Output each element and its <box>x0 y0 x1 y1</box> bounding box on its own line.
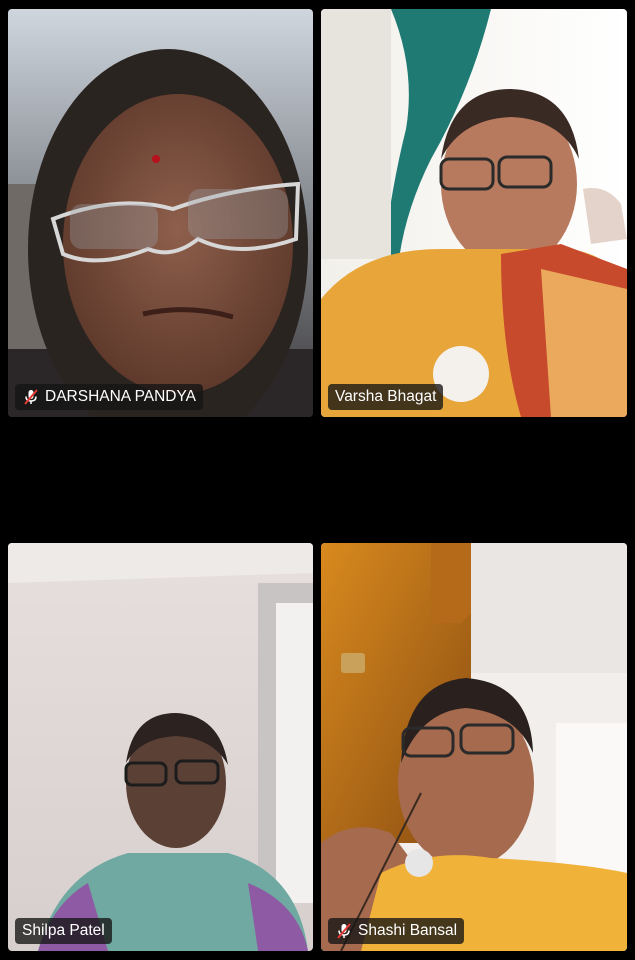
participant-name: Varsha Bhagat <box>335 388 437 405</box>
participant-name-tag: Varsha Bhagat <box>328 384 444 410</box>
participant-name-tag: Shashi Bansal <box>328 918 465 944</box>
participant-name: DARSHANA PANDYA <box>45 388 197 405</box>
participant-name: Shashi Bansal <box>358 922 458 939</box>
participant-name-tag: Shilpa Patel <box>15 918 112 944</box>
video-tile-varsha-bhagat[interactable]: Varsha Bhagat <box>321 9 627 417</box>
video-tile-shilpa-patel[interactable]: Shilpa Patel <box>8 543 313 951</box>
mic-muted-icon <box>22 388 40 406</box>
participant-video-feed <box>321 9 627 417</box>
video-tile-shashi-bansal[interactable]: Shashi Bansal <box>321 543 627 951</box>
participant-name: Shilpa Patel <box>22 922 105 939</box>
mic-muted-icon <box>335 922 353 940</box>
participant-video-feed <box>8 9 313 417</box>
participant-video-feed <box>321 543 627 951</box>
video-tile-darshana-pandya[interactable]: DARSHANA PANDYA <box>8 9 313 417</box>
participant-name-tag: DARSHANA PANDYA <box>15 384 204 410</box>
participant-video-feed <box>8 543 313 951</box>
